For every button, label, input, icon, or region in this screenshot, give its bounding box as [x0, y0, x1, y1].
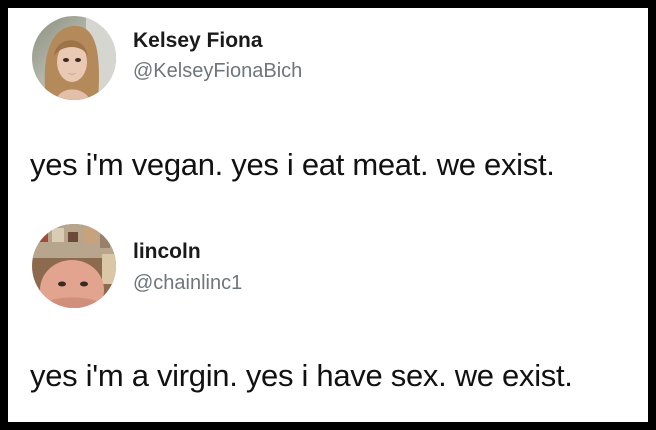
profile-photo-man-icon [32, 224, 116, 308]
display-name[interactable]: lincoln [133, 240, 201, 264]
user-handle[interactable]: @KelseyFionaBich [133, 60, 302, 83]
profile-photo-woman-icon [32, 16, 116, 100]
avatar[interactable] [32, 224, 116, 308]
tweet-screenshot-card: Kelsey Fiona @KelseyFionaBich yes i'm ve… [8, 8, 648, 422]
user-handle[interactable]: @chainlinc1 [133, 272, 242, 295]
display-name[interactable]: Kelsey Fiona [133, 29, 263, 53]
tweet-text: yes i'm a virgin. yes i have sex. we exi… [30, 358, 573, 393]
avatar[interactable] [32, 16, 116, 100]
tweet-text: yes i'm vegan. yes i eat meat. we exist. [30, 147, 555, 182]
